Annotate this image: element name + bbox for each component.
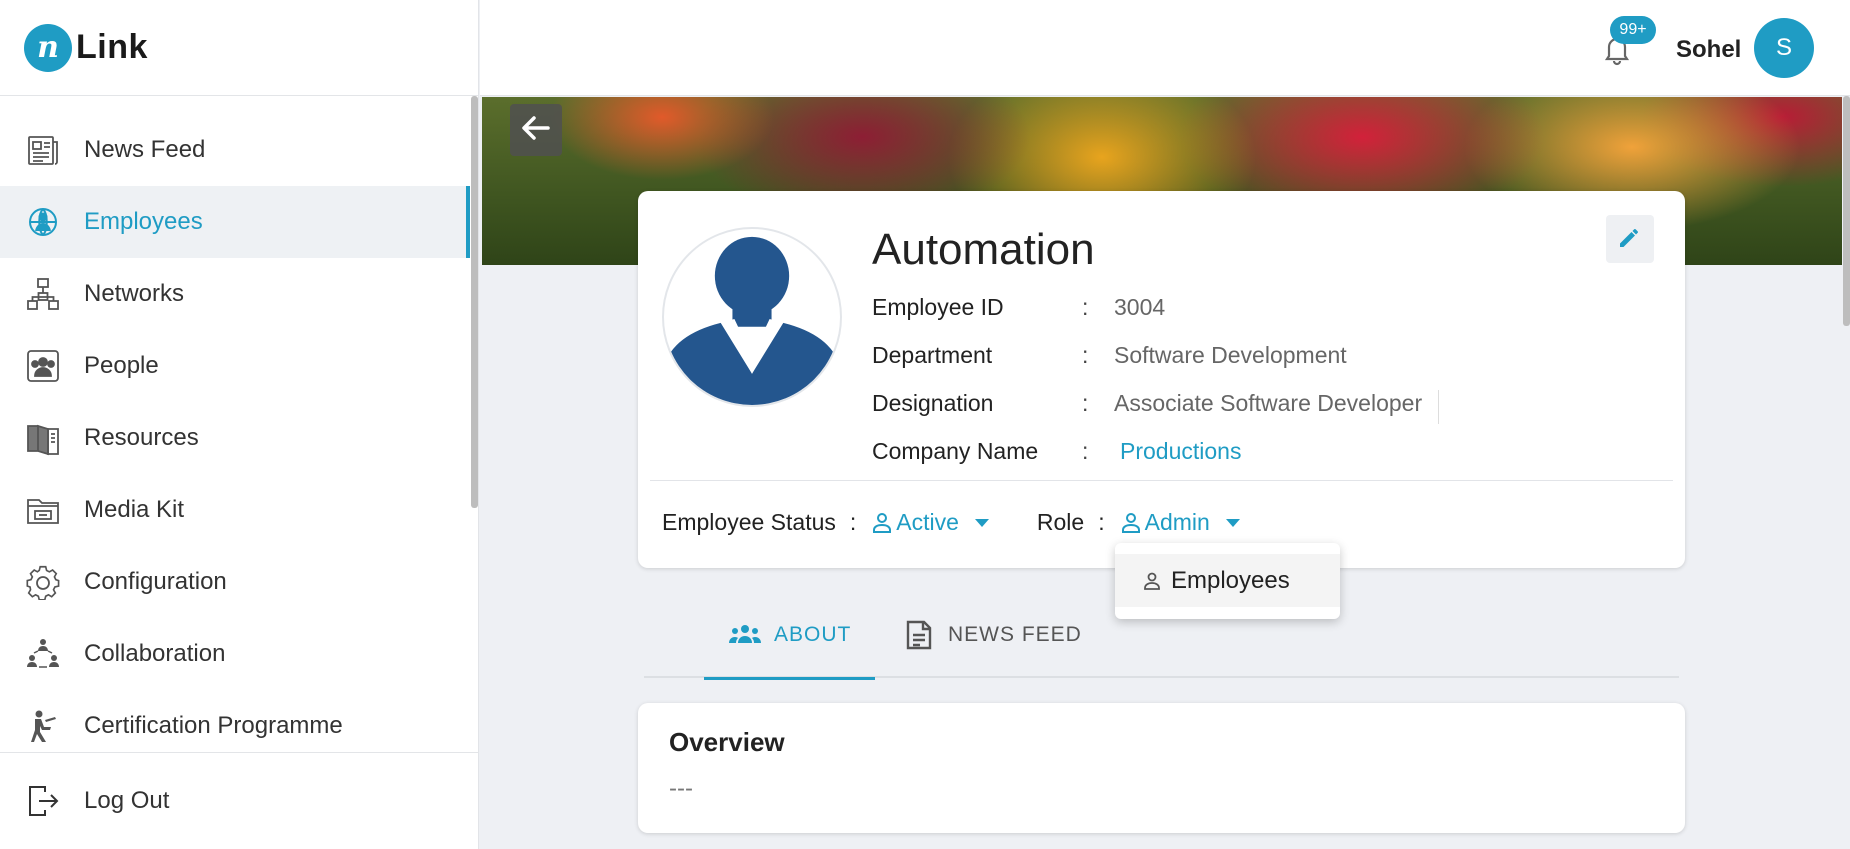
department-value: Software Development [1114,342,1347,368]
colon: : [1082,342,1089,368]
status-row: Employee Status : Active Role : Admin [662,509,1240,536]
employee-status-label: Employee Status [662,509,836,535]
pencil-icon [1616,223,1644,256]
overview-card: Overview --- [638,703,1685,833]
sidebar-scrollbar[interactable] [471,96,478,508]
sidebar-item-people[interactable]: People [0,330,470,402]
company-label: Company Name [872,438,1039,464]
sidebar-item-label: Collaboration [84,640,226,667]
gear-icon [24,563,62,601]
divider [1438,390,1440,424]
user-icon [870,511,894,535]
designation-value: Associate Software Developer [1114,390,1423,416]
sidebar-item-label: Configuration [84,568,227,595]
designation-row: Designation : Associate Software Develop… [872,390,1440,424]
sidebar-item-media-kit[interactable]: Media Kit [0,474,470,546]
sidebar-nav: News Feed Employees Networks People Reso… [0,114,470,762]
role-label: Role [1036,509,1085,535]
sidebar-item-label: People [84,352,159,379]
overview-text: --- [669,775,693,802]
role-option-employees[interactable]: Employees [1115,554,1340,607]
employee-id-label: Employee ID [872,294,1004,320]
profile-avatar [662,227,842,407]
sidebar-item-networks[interactable]: Networks [0,258,470,330]
sidebar-item-label: Employees [84,208,203,235]
role-option-label: Employees [1171,566,1290,594]
book-icon [24,419,62,457]
edit-profile-button[interactable] [1606,215,1654,263]
newspaper-icon [24,131,62,169]
overview-title: Overview [669,727,785,757]
tab-news-feed-label: NEWS FEED [948,623,1082,646]
user-icon [1144,572,1160,590]
colon: : [1082,438,1089,464]
document-icon [906,620,932,650]
tab-about-label: ABOUT [774,623,852,646]
company-row: Company Name : Productions [872,438,1241,465]
employee-id-value: 3004 [1114,294,1166,320]
employee-name: Automation [872,225,1095,274]
sidebar-item-configuration[interactable]: Configuration [0,546,470,618]
user-name[interactable]: Sohel [1676,36,1741,64]
reader-icon [24,707,62,745]
tab-news-feed[interactable]: NEWS FEED [902,592,1082,678]
collaboration-icon [24,635,62,673]
chevron-down-icon[interactable] [1225,518,1240,527]
employees-icon [24,203,62,241]
sidebar-item-label: Networks [84,280,185,307]
company-link[interactable]: Productions [1120,438,1241,465]
default-user-icon [664,236,840,405]
employee-status-dropdown[interactable]: Active [896,509,959,536]
app-logo[interactable]: n Link [0,0,478,96]
sidebar-item-resources[interactable]: Resources [0,402,470,474]
network-icon [24,275,62,313]
arrow-left-icon [518,110,554,151]
sidebar-item-employees[interactable]: Employees [0,186,470,258]
sidebar-item-label: Media Kit [84,496,185,523]
top-header: 99+ Sohel S [480,0,1850,96]
department-row: Department : Software Development [872,342,1347,369]
sidebar-item-news-feed[interactable]: News Feed [0,114,470,186]
sidebar: n Link News Feed Employees Networks Peop… [0,0,479,849]
department-label: Department [872,342,993,368]
colon: : [1082,390,1089,416]
role-dropdown-menu: Employees [1115,543,1340,619]
notification-count-badge: 99+ [1610,16,1656,44]
chevron-down-icon[interactable] [974,518,989,527]
logout-label: Log Out [84,787,170,814]
logout-button[interactable]: Log Out [0,752,479,849]
user-icon [1119,511,1143,535]
logo-text: Link [76,28,148,66]
logo-mark: n [24,23,72,72]
colon: : [1098,509,1105,535]
logout-icon [24,782,62,820]
colon: : [1082,294,1089,320]
profile-card: Automation Employee ID : 3004 Department… [638,191,1685,568]
sidebar-item-label: News Feed [84,136,206,163]
back-button[interactable] [510,104,562,156]
divider [650,480,1673,481]
colon: : [849,509,857,535]
employee-id-row: Employee ID : 3004 [872,294,1165,321]
sidebar-item-collaboration[interactable]: Collaboration [0,618,470,690]
group-icon [729,625,761,643]
role-dropdown[interactable]: Admin [1145,509,1210,536]
tab-about[interactable]: ABOUT [703,592,876,680]
sidebar-item-label: Resources [84,424,199,451]
people-icon [24,347,62,385]
main-scrollbar[interactable] [1843,96,1850,326]
sidebar-item-label: Certification Programme [84,712,343,739]
designation-label: Designation [872,390,994,416]
folder-icon [24,491,62,529]
user-avatar[interactable]: S [1754,18,1814,78]
